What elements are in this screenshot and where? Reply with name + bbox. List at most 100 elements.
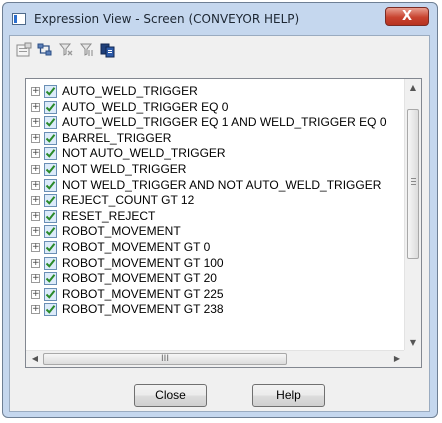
tree-item-label: AUTO_WELD_TRIGGER EQ 0: [62, 99, 229, 114]
tree-item-checkbox[interactable]: [44, 272, 57, 286]
scroll-right-arrow-icon[interactable]: ▶: [389, 351, 405, 367]
grip-line: [411, 184, 416, 185]
tree-item-checkbox[interactable]: [44, 240, 57, 254]
tree-item-checkbox[interactable]: [44, 256, 57, 270]
tree-item-label: ROBOT_MOVEMENT GT 0: [62, 239, 211, 254]
horizontal-scroll-thumb[interactable]: III: [43, 353, 287, 365]
tree-item-checkbox[interactable]: [44, 85, 57, 98]
checkmark-icon: [45, 165, 56, 174]
tree-items: + AUTO_WELD_TRIGGER + AUTO_WELD_TRIGGER EQ …: [26, 84, 406, 318]
filter-clear-icon: [79, 43, 93, 56]
expand-plus-icon[interactable]: +: [31, 289, 40, 299]
expand-plus-icon[interactable]: +: [31, 242, 40, 252]
properties-icon: [16, 42, 32, 57]
expand-plus-icon[interactable]: +: [31, 274, 40, 284]
tree-item-checkbox[interactable]: [44, 147, 57, 161]
tree-item-checkbox[interactable]: [44, 225, 57, 239]
horizontal-grip: III: [161, 354, 169, 364]
expression-view-window: Expression View - Screen (CONVEYOR HELP)…: [2, 2, 438, 418]
tree-item[interactable]: + REJECT_COUNT GT 12: [26, 193, 406, 209]
expand-plus-icon[interactable]: +: [31, 149, 40, 159]
close-button[interactable]: Close: [134, 384, 207, 407]
checkmark-icon: [45, 305, 56, 315]
checkmark-icon: [45, 243, 56, 252]
tree-item-checkbox[interactable]: [44, 131, 57, 145]
expand-tree-button[interactable]: [37, 42, 55, 60]
tree-item-label: ROBOT_MOVEMENT: [62, 224, 181, 239]
tree-item-label: NOT WELD_TRIGGER: [62, 161, 187, 176]
expand-plus-icon[interactable]: +: [31, 211, 40, 221]
tree-item-checkbox[interactable]: [44, 303, 57, 317]
tree-item[interactable]: + NOT WELD_TRIGGER AND NOT AUTO_WELD_TRIG…: [26, 178, 406, 194]
tree-item-checkbox[interactable]: [44, 209, 57, 223]
tree-item[interactable]: + ROBOT_MOVEMENT GT 20: [26, 271, 406, 287]
tree-item[interactable]: + AUTO_WELD_TRIGGER: [26, 84, 406, 100]
checkmark-icon: [45, 211, 56, 221]
tree-item-label: AUTO_WELD_TRIGGER: [62, 84, 198, 98]
horizontal-scrollbar[interactable]: ◀ III ▶: [26, 350, 406, 367]
tree-item[interactable]: + ROBOT_MOVEMENT GT 225: [26, 287, 406, 303]
tree-item-label: REJECT_COUNT GT 12: [62, 193, 195, 208]
tree-item-checkbox[interactable]: [44, 194, 57, 208]
expand-plus-icon[interactable]: +: [31, 258, 40, 268]
scroll-up-arrow-icon[interactable]: ▲: [405, 80, 421, 96]
window-close-button[interactable]: X: [385, 7, 429, 26]
checkmark-icon: [45, 87, 56, 96]
tree-item-checkbox[interactable]: [44, 287, 57, 301]
checkmark-icon: [45, 274, 56, 283]
checkmark-icon: [45, 102, 56, 112]
tree-item-label: ROBOT_MOVEMENT GT 238: [62, 302, 224, 317]
tree-item[interactable]: + NOT WELD_TRIGGER: [26, 162, 406, 178]
copy-button[interactable]: [100, 42, 118, 60]
tree-item-checkbox[interactable]: [44, 162, 57, 176]
tree-item[interactable]: + NOT AUTO_WELD_TRIGGER: [26, 146, 406, 162]
checkmark-icon: [45, 133, 56, 143]
tree-item[interactable]: + BARREL_TRIGGER: [26, 131, 406, 147]
grip-line: [411, 178, 416, 179]
help-button[interactable]: Help: [252, 384, 325, 407]
tree-item[interactable]: + ROBOT_MOVEMENT: [26, 224, 406, 240]
checkmark-icon: [45, 118, 56, 127]
checkmark-icon: [45, 196, 56, 205]
tree-item-checkbox[interactable]: [44, 100, 57, 114]
tree-item[interactable]: + ROBOT_MOVEMENT GT 0: [26, 240, 406, 256]
filter-button[interactable]: [58, 42, 76, 60]
tree-item-label: NOT WELD_TRIGGER AND NOT AUTO_WELD_TRIGG…: [62, 177, 382, 192]
tree-item-label: ROBOT_MOVEMENT GT 225: [62, 286, 224, 301]
expand-plus-icon[interactable]: +: [31, 164, 40, 174]
title-bar[interactable]: Expression View - Screen (CONVEYOR HELP)…: [3, 3, 437, 35]
tree-item-label: AUTO_WELD_TRIGGER EQ 1 AND WELD_TRIGGER …: [62, 115, 387, 130]
vertical-scrollbar[interactable]: ▲ ▼: [404, 79, 421, 352]
scroll-down-arrow-icon[interactable]: ▼: [405, 335, 421, 351]
expand-plus-icon[interactable]: +: [31, 87, 40, 96]
tree-item[interactable]: + AUTO_WELD_TRIGGER EQ 0: [26, 100, 406, 116]
tree-item[interactable]: + RESET_REJECT: [26, 209, 406, 225]
checkmark-icon: [45, 227, 56, 237]
expression-tree[interactable]: + AUTO_WELD_TRIGGER + AUTO_WELD_TRIGGER EQ …: [25, 78, 422, 368]
tree-item-checkbox[interactable]: [44, 178, 57, 192]
vertical-scroll-thumb[interactable]: [407, 109, 419, 259]
properties-button[interactable]: [16, 42, 34, 60]
tree-item-label: NOT AUTO_WELD_TRIGGER: [62, 146, 226, 161]
app-icon: [12, 13, 26, 25]
expand-plus-icon[interactable]: +: [31, 102, 40, 112]
tree-item[interactable]: + AUTO_WELD_TRIGGER EQ 1 AND WELD_TRIGGER…: [26, 115, 406, 131]
expand-tree-icon: [37, 43, 52, 56]
checkmark-icon: [45, 289, 56, 299]
tree-item[interactable]: + ROBOT_MOVEMENT GT 100: [26, 256, 406, 272]
window-title: Expression View - Screen (CONVEYOR HELP): [34, 12, 300, 26]
checkmark-icon: [45, 258, 56, 268]
expand-plus-icon[interactable]: +: [31, 305, 40, 315]
expand-plus-icon[interactable]: +: [31, 196, 40, 206]
expand-plus-icon[interactable]: +: [31, 227, 40, 237]
scroll-left-arrow-icon[interactable]: ◀: [27, 351, 43, 367]
tree-item-label: BARREL_TRIGGER: [62, 130, 172, 145]
expand-plus-icon[interactable]: +: [31, 133, 40, 143]
expand-plus-icon[interactable]: +: [31, 180, 40, 190]
filter-clear-button[interactable]: [79, 42, 97, 60]
grip-line: [411, 181, 416, 182]
tree-item[interactable]: + ROBOT_MOVEMENT GT 238: [26, 302, 406, 318]
tree-item-checkbox[interactable]: [44, 116, 57, 130]
expand-plus-icon[interactable]: +: [31, 118, 40, 128]
tree-item-label: RESET_REJECT: [62, 208, 156, 223]
